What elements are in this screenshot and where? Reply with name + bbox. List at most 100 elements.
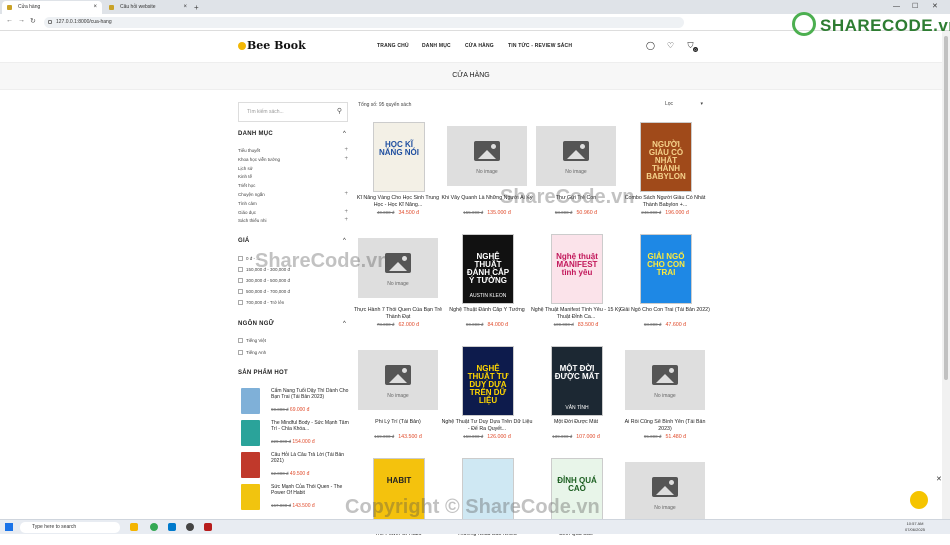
hot-product-item[interactable]: The Mindful Body - Sức Mạnh Tâm Trí - Ch… [238, 420, 350, 448]
product-cover[interactable]: No image [447, 120, 527, 192]
product-cover[interactable] [447, 456, 527, 528]
windows-start-icon[interactable] [5, 523, 13, 531]
category-item[interactable]: Tiểu thuyết + [238, 147, 348, 153]
product-name[interactable]: Khi Vây Quanh Là Những Người Ái Kỷ [441, 195, 533, 209]
category-item[interactable]: Kinh tế [238, 174, 348, 179]
checkbox-icon[interactable] [238, 278, 243, 283]
checkbox-icon[interactable] [238, 350, 243, 355]
app-icon[interactable] [204, 523, 212, 531]
expand-icon[interactable]: + [344, 191, 348, 197]
price-filter-checkbox[interactable]: 150,000 đ - 300,000 đ [238, 267, 290, 272]
collapse-icon[interactable]: ^ [343, 321, 346, 327]
browser-tab-shop[interactable]: Cửa hàng × [2, 1, 102, 14]
close-tab-icon[interactable]: × [183, 1, 187, 14]
product-name[interactable]: Một Đời Được Mất [530, 419, 622, 433]
product-name[interactable]: Nghệ Thuật Đánh Cắp Ý Tưởng [441, 307, 533, 321]
close-tab-icon[interactable]: × [93, 1, 97, 14]
product-cover[interactable]: HABIT [358, 456, 438, 528]
taskbar-search[interactable]: Type here to search [20, 522, 120, 533]
product-cover[interactable]: MỘT ĐỜI ĐƯỢC MẤT VÂN TÌNH [536, 344, 616, 416]
file-explorer-icon[interactable] [130, 523, 138, 531]
nav-news[interactable]: TIN TỨC - REVIEW SÁCH [508, 43, 572, 49]
product-cover[interactable]: HỌC KĨ NĂNG NÓI [358, 120, 438, 192]
product-cover[interactable]: GIẢI NGỐ CHO CON TRAI [625, 232, 705, 304]
heart-icon[interactable]: ♡ [666, 41, 675, 50]
expand-icon[interactable]: + [344, 217, 348, 223]
language-filter-checkbox[interactable]: Tiếng Việt [238, 338, 266, 343]
product-name[interactable]: Combo Sách Người Giàu Có Nhất Thành Baby… [619, 195, 711, 209]
category-item[interactable]: Triết học [238, 183, 348, 188]
price-title[interactable]: GIÁ ^ [238, 238, 346, 244]
price-filter-checkbox[interactable]: 0 đ - ... [238, 256, 260, 261]
scrollbar-thumb[interactable] [944, 36, 948, 380]
price-filter-checkbox[interactable]: 300,000 đ - 500,000 đ [238, 278, 290, 283]
product-cover[interactable]: No image [358, 232, 438, 304]
language-filter-checkbox[interactable]: Tiếng Anh [238, 350, 266, 355]
chrome-icon[interactable] [150, 523, 158, 531]
browser-tab-question[interactable]: Câu hỏi website × [104, 1, 192, 14]
category-item[interactable]: Lịch sử [238, 166, 348, 171]
site-info-icon[interactable] [48, 20, 52, 24]
category-title[interactable]: DANH MỤC ^ [238, 131, 346, 137]
product-name[interactable]: Nghệ Thuật Tư Duy Dựa Trên Dữ Liệu - Để … [441, 419, 533, 433]
expand-icon[interactable]: + [344, 147, 348, 153]
back-icon[interactable]: ← [6, 17, 13, 24]
app-icon[interactable] [186, 523, 194, 531]
hot-product-item[interactable]: Câu Hỏi Là Câu Trả Lời (Tái Bản 2021) 62.… [238, 452, 350, 480]
product-cover[interactable]: No image [358, 344, 438, 416]
product-cover[interactable]: No image [625, 344, 705, 416]
collapse-icon[interactable]: ^ [343, 131, 346, 137]
hot-product-item[interactable]: Sức Mạnh Của Thói Quen - The Power Of Ha… [238, 484, 350, 512]
hot-product-cover[interactable] [241, 388, 260, 414]
close-icon[interactable]: ✕ [936, 475, 942, 483]
product-cover[interactable]: No image [625, 456, 705, 528]
hot-product-cover[interactable] [241, 420, 260, 446]
floating-chat-badge[interactable]: ✕ [900, 476, 944, 515]
language-title[interactable]: NGÔN NGỮ ^ [238, 321, 346, 327]
vscode-icon[interactable] [168, 523, 176, 531]
product-cover[interactable]: ĐỈNH QUÁ CAO [536, 456, 616, 528]
product-cover[interactable]: NGHỆ THUẬT ĐÁNH CẮP Ý TƯỞNG AUSTIN KLEON [447, 232, 527, 304]
product-name[interactable]: Kĩ Năng Vàng Cho Học Sinh Trung Học - Họ… [352, 195, 444, 209]
checkbox-icon[interactable] [238, 267, 243, 272]
expand-icon[interactable]: + [344, 209, 348, 215]
product-name[interactable]: Nghệ Thuật Manifest Tình Yêu - 15 Kỹ Thu… [530, 307, 622, 321]
reload-icon[interactable]: ↻ [30, 17, 36, 25]
hot-product-cover[interactable] [241, 484, 260, 510]
new-tab-button[interactable]: + [194, 1, 199, 14]
price-filter-checkbox[interactable]: 700,000 đ - Trở lên [238, 300, 284, 305]
category-item[interactable]: Giáo dục + [238, 209, 348, 215]
product-cover[interactable]: NGƯỜI GIÀU CÓ NHẤT THÀNH BABYLON [625, 120, 705, 192]
nav-categories[interactable]: DANH MỤC [422, 43, 451, 49]
search-input[interactable]: Tìm kiếm sách... ⚲ [238, 102, 348, 122]
cart-icon[interactable]: ⛉ 0 [686, 41, 698, 52]
product-name[interactable]: Ai Rồi Cũng Sẽ Bình Yên (Tái Bản 2023) [619, 419, 711, 433]
checkbox-icon[interactable] [238, 256, 243, 261]
category-item[interactable]: Sách thiếu nhi + [238, 217, 348, 223]
product-cover[interactable]: NGHỆ THUẬT TƯ DUY DỰA TRÊN DỮ LIỆU [447, 344, 527, 416]
nav-shop[interactable]: CỬA HÀNG [465, 43, 494, 49]
checkbox-icon[interactable] [238, 289, 243, 294]
product-name[interactable]: Thư Gửi Trẻ Con [530, 195, 622, 209]
product-name[interactable]: Giải Ngố Cho Con Trai (Tái Bản 2022) [619, 307, 711, 321]
sort-select[interactable]: Lọc ▾ [665, 101, 703, 107]
search-icon[interactable]: ⚲ [337, 103, 342, 121]
url-input[interactable]: 127.0.0.1:8000/cua-hang [44, 17, 684, 28]
category-item[interactable]: Chuyện ngắn + [238, 191, 348, 197]
category-item[interactable]: Tình cảm [238, 201, 348, 206]
price-filter-checkbox[interactable]: 500,000 đ - 700,000 đ [238, 289, 290, 294]
product-cover[interactable]: No image [536, 120, 616, 192]
category-item[interactable]: Khoa học viễn tưởng + [238, 156, 348, 162]
product-name[interactable]: Phi Lý Trí (Tái Bản) [352, 419, 444, 433]
hot-product-item[interactable]: Cẩm Nang Tuổi Dậy Thì Dành Cho Bạn Trai … [238, 388, 350, 416]
hot-product-name[interactable]: The Mindful Body - Sức Mạnh Tâm Trí - Ch… [271, 420, 351, 432]
system-clock[interactable]: 10:57 AM 07/06/2025 [905, 521, 925, 533]
product-name[interactable]: Thực Hành 7 Thói Quen Của Bạn Trẻ Thành … [352, 307, 444, 321]
hot-product-name[interactable]: Câu Hỏi Là Câu Trả Lời (Tái Bản 2021) [271, 452, 351, 464]
forward-icon[interactable]: → [18, 17, 25, 24]
checkbox-icon[interactable] [238, 300, 243, 305]
nav-home[interactable]: TRANG CHỦ [377, 43, 409, 49]
hot-product-name[interactable]: Cẩm Nang Tuổi Dậy Thì Dành Cho Bạn Trai … [271, 388, 351, 400]
hot-product-cover[interactable] [241, 452, 260, 478]
product-cover[interactable]: Nghệ thuật MANIFEST tình yêu [536, 232, 616, 304]
